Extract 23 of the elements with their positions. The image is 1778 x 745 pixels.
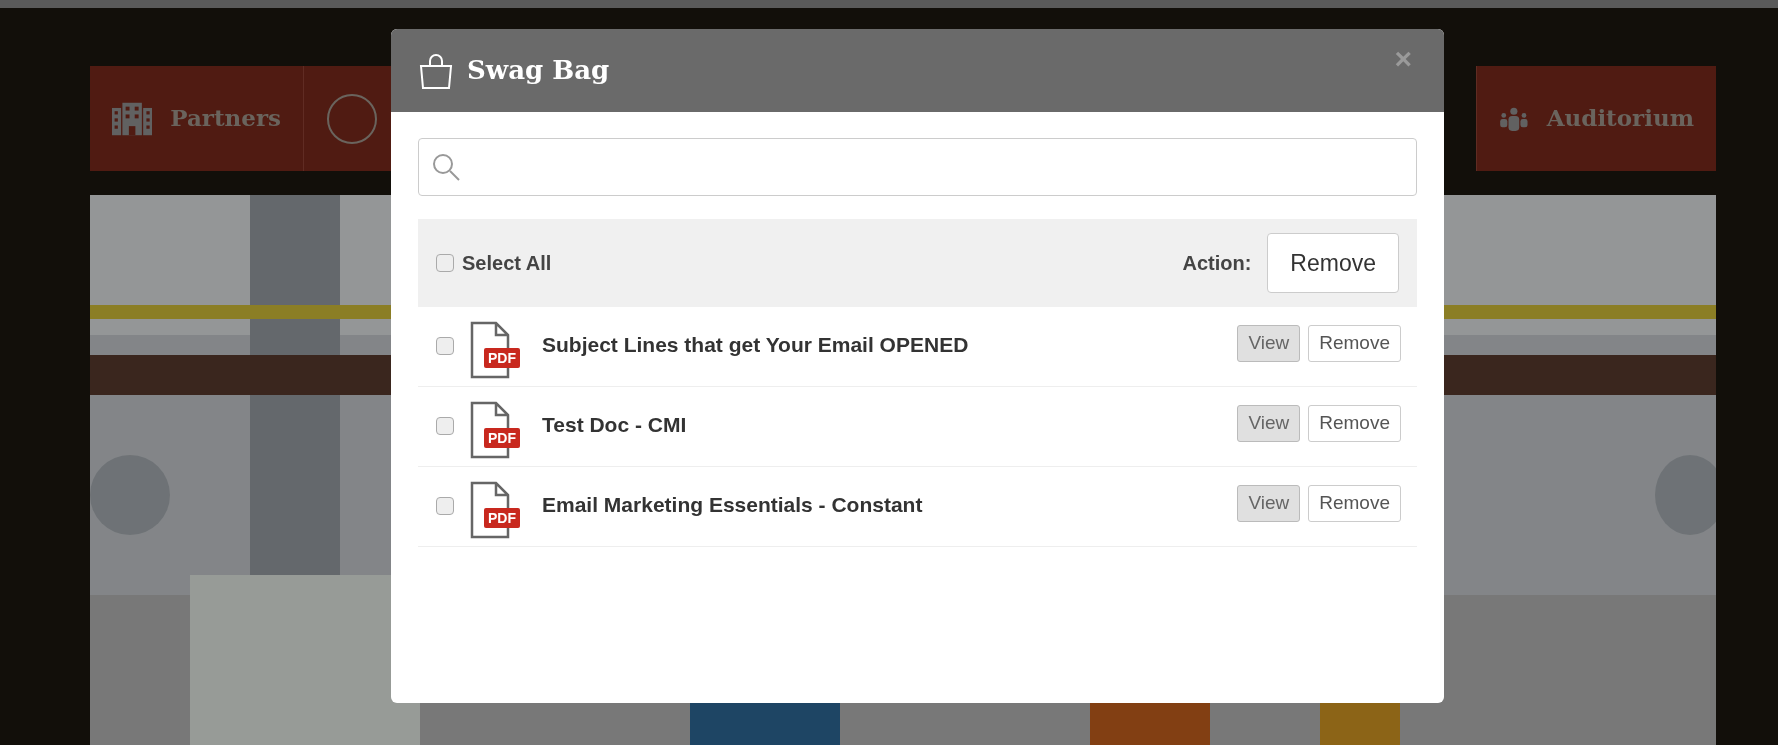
select-all-checkbox[interactable] — [436, 254, 454, 272]
item-checkbox[interactable] — [436, 337, 454, 355]
select-all-label: Select All — [462, 251, 552, 276]
document-title: Test Doc - CMI — [542, 412, 687, 438]
document-title: Subject Lines that get Your Email OPENED — [542, 332, 969, 358]
remove-button[interactable]: Remove — [1308, 325, 1401, 362]
remove-button[interactable]: Remove — [1267, 232, 1399, 294]
nav-tile[interactable]: Partners — [90, 66, 303, 171]
document-title: Email Marketing Essentials - Constant — [542, 492, 923, 518]
view-button[interactable]: View — [1237, 485, 1301, 522]
item-checkbox[interactable] — [436, 497, 454, 515]
search-field[interactable] — [418, 138, 1417, 196]
item-checkbox[interactable] — [436, 417, 454, 435]
view-button[interactable]: View — [1237, 405, 1301, 442]
remove-button[interactable]: Remove — [1308, 405, 1401, 442]
dialog-title: Swag Bag — [467, 54, 610, 87]
nav-tile[interactable]: Auditorium — [1476, 66, 1716, 171]
remove-button[interactable]: Remove — [1308, 485, 1401, 522]
circle-icon — [326, 92, 378, 145]
shopping-bag-icon — [419, 51, 453, 90]
search-icon — [431, 152, 461, 182]
view-button[interactable]: View — [1237, 325, 1301, 362]
action-label: Action: — [1182, 251, 1252, 276]
